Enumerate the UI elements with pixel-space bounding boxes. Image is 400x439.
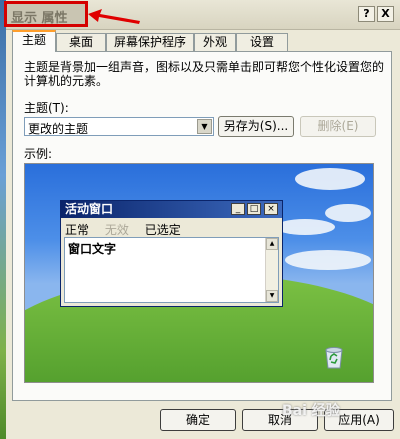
tab-appearance[interactable]: 外观 bbox=[194, 33, 236, 51]
preview-menu-disabled: 无效 bbox=[104, 223, 129, 237]
tab-screensaver[interactable]: 屏幕保护程序 bbox=[106, 33, 194, 51]
themes-description: 主题是背景加一组声音，图标以及只需单击即可帮您个性化设置您的计算机的元素。 bbox=[24, 60, 385, 88]
red-arrow-icon bbox=[88, 9, 140, 24]
preview-menu-selected: 已选定 bbox=[144, 223, 181, 237]
minimize-icon: _ bbox=[231, 203, 245, 215]
recycle-bin-icon bbox=[325, 347, 343, 369]
preview-menu: 正常 无效 已选定 bbox=[65, 221, 193, 238]
delete-button[interactable]: 删除(E) bbox=[300, 116, 376, 137]
theme-select-value: 更改的主题 bbox=[28, 122, 89, 136]
cloud bbox=[285, 250, 371, 270]
window-title: 显示 属性 bbox=[11, 11, 68, 26]
close-icon: × bbox=[264, 203, 278, 215]
preview-active-window: 活动窗口 _ □ × 正常 无效 已选定 窗口文字 ▲ ▼ bbox=[60, 200, 283, 307]
cloud bbox=[275, 219, 335, 235]
cloud bbox=[325, 204, 371, 222]
tab-themes[interactable]: 主题 bbox=[12, 30, 56, 52]
preview-menu-normal: 正常 bbox=[65, 223, 90, 237]
title-highlight-box: 显示 属性 bbox=[4, 1, 88, 27]
theme-preview: 活动窗口 _ □ × 正常 无效 已选定 窗口文字 ▲ ▼ bbox=[24, 163, 374, 383]
close-button[interactable]: X bbox=[377, 6, 394, 22]
preview-content: 窗口文字 ▲ ▼ bbox=[64, 237, 279, 303]
tab-settings[interactable]: 设置 bbox=[236, 33, 288, 51]
cloud bbox=[295, 168, 365, 190]
preview-scrollbar: ▲ ▼ bbox=[265, 238, 278, 302]
title-bar: 显示 属性 ? X bbox=[4, 0, 400, 30]
preview-window-text: 窗口文字 bbox=[68, 242, 117, 256]
ok-button[interactable]: 确定 bbox=[160, 409, 236, 431]
display-properties-window: 显示 属性 ? X 主题 桌面 屏幕保护程序 外观 设置 主题是背景加一组声音，… bbox=[4, 0, 400, 439]
scroll-up-icon: ▲ bbox=[266, 238, 278, 250]
example-label: 示例: bbox=[24, 147, 53, 161]
theme-select[interactable]: 更改的主题 ▼ bbox=[24, 117, 214, 136]
scroll-down-icon: ▼ bbox=[266, 290, 278, 302]
watermark: Bai 经验 bbox=[282, 403, 340, 419]
help-button[interactable]: ? bbox=[358, 6, 375, 22]
chevron-down-icon[interactable]: ▼ bbox=[197, 119, 212, 134]
tab-desktop[interactable]: 桌面 bbox=[56, 33, 106, 51]
maximize-icon: □ bbox=[247, 203, 261, 215]
theme-label: 主题(T): bbox=[24, 101, 69, 115]
save-as-button[interactable]: 另存为(S)... bbox=[218, 116, 294, 137]
